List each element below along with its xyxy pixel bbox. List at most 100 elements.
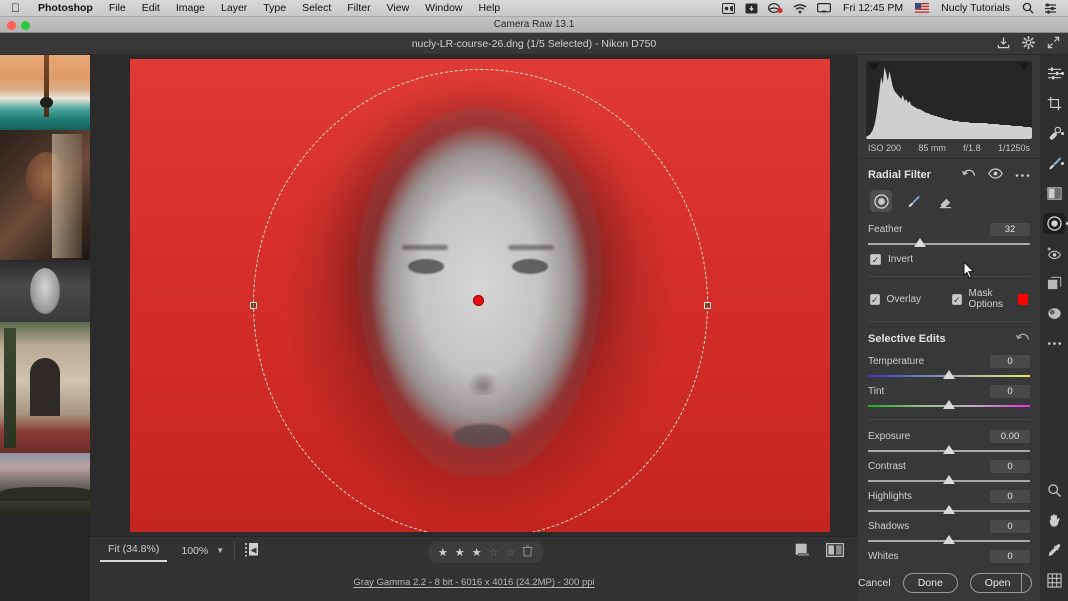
tint-track[interactable] xyxy=(868,400,1030,411)
highlight-clipping-indicator[interactable] xyxy=(1018,63,1030,71)
feather-track[interactable] xyxy=(868,238,1030,249)
wifi-icon[interactable] xyxy=(788,3,812,14)
temperature-track[interactable] xyxy=(868,370,1030,381)
screen-record-icon[interactable] xyxy=(717,2,740,14)
shadows-track[interactable] xyxy=(868,535,1030,546)
feather-knob[interactable] xyxy=(913,238,926,247)
brush-icon[interactable] xyxy=(1043,153,1065,174)
invert-checkbox[interactable]: ✓ xyxy=(870,254,881,265)
reset-icon[interactable] xyxy=(1016,331,1030,346)
image-canvas[interactable] xyxy=(90,55,858,536)
brush-icon[interactable] xyxy=(902,190,924,212)
graduated-filter-icon[interactable] xyxy=(1043,183,1065,204)
gear-icon[interactable] xyxy=(1021,35,1036,52)
healing-brush-icon[interactable] xyxy=(1043,123,1065,144)
menu-type[interactable]: Type xyxy=(255,2,294,14)
before-after-view-icon[interactable] xyxy=(826,542,844,560)
menu-bar-user[interactable]: Nucly Tutorials xyxy=(934,2,1017,14)
open-button-group[interactable]: Open ▼ xyxy=(969,572,1032,593)
airplay-icon[interactable] xyxy=(812,2,836,14)
shadows-knob[interactable] xyxy=(943,535,955,544)
us-flag-icon[interactable] xyxy=(910,3,934,13)
status-bar-text[interactable]: Gray Gamma 2.2 - 8 bit - 6016 x 4016 (24… xyxy=(353,577,594,588)
trash-icon[interactable] xyxy=(522,545,533,560)
menu-file[interactable]: File xyxy=(101,2,134,14)
highlights-track[interactable] xyxy=(868,505,1030,516)
crop-icon[interactable] xyxy=(1043,93,1065,114)
radial-filter-icon[interactable] xyxy=(1043,213,1068,234)
contrast-slider[interactable]: Contrast 0 xyxy=(858,457,1040,487)
mask-options-checkbox[interactable]: ✓ xyxy=(952,293,962,305)
hand-icon[interactable] xyxy=(1043,510,1065,531)
single-view-icon[interactable] xyxy=(795,543,810,560)
control-center-icon[interactable] xyxy=(1039,2,1062,14)
mask-color-swatch[interactable] xyxy=(1017,293,1028,305)
star-1[interactable]: ★ xyxy=(438,546,448,559)
highlights-knob[interactable] xyxy=(943,505,955,514)
more-options-icon[interactable] xyxy=(1015,169,1030,181)
temperature-knob[interactable] xyxy=(943,370,955,379)
chevron-down-icon[interactable]: ▼ xyxy=(216,546,224,555)
menu-layer[interactable]: Layer xyxy=(213,2,255,14)
radial-gradient-icon[interactable] xyxy=(870,190,892,212)
photo-preview[interactable] xyxy=(130,59,830,532)
chevron-down-icon[interactable]: ▼ xyxy=(1021,573,1031,592)
star-3[interactable]: ★ xyxy=(472,546,482,559)
snapshots-icon[interactable] xyxy=(1043,273,1065,294)
reset-icon[interactable] xyxy=(962,167,976,182)
sliders-icon[interactable] xyxy=(1043,63,1065,84)
zoom-level-value[interactable]: 100% xyxy=(175,545,214,557)
star-5[interactable]: ☆ xyxy=(506,546,516,559)
star-rating[interactable]: ★ ★ ★ ☆ ☆ xyxy=(428,542,544,563)
apple-logo-icon[interactable]:  xyxy=(0,2,30,14)
cancel-button[interactable]: Cancel xyxy=(858,577,891,589)
red-eye-icon[interactable] xyxy=(1043,243,1065,264)
menu-window[interactable]: Window xyxy=(417,2,470,14)
star-2[interactable]: ★ xyxy=(455,546,465,559)
temperature-slider[interactable]: Temperature 0 xyxy=(858,352,1040,382)
temperature-value[interactable]: 0 xyxy=(990,355,1030,368)
shadows-value[interactable]: 0 xyxy=(990,520,1030,533)
menu-bar-clock[interactable]: Fri 12:45 PM xyxy=(836,2,910,14)
shadows-slider[interactable]: Shadows 0 xyxy=(858,517,1040,547)
zoom-window-button[interactable] xyxy=(21,21,30,30)
eraser-icon[interactable] xyxy=(934,190,956,212)
exposure-slider[interactable]: Exposure 0.00 xyxy=(858,427,1040,457)
menu-help[interactable]: Help xyxy=(471,2,509,14)
close-window-button[interactable] xyxy=(7,21,16,30)
save-icon[interactable] xyxy=(997,36,1010,52)
menu-image[interactable]: Image xyxy=(168,2,213,14)
thumbnail-beach-aerial[interactable] xyxy=(0,55,90,130)
highlights-slider[interactable]: Highlights 0 xyxy=(858,487,1040,517)
menu-filter[interactable]: Filter xyxy=(339,2,378,14)
contrast-value[interactable]: 0 xyxy=(990,460,1030,473)
feather-slider[interactable]: Feather 32 xyxy=(858,220,1040,250)
done-button[interactable]: Done xyxy=(902,572,958,593)
presets-icon[interactable] xyxy=(1043,303,1065,324)
menu-photoshop[interactable]: Photoshop xyxy=(30,2,101,14)
menu-view[interactable]: View xyxy=(379,2,418,14)
shadow-clipping-indicator[interactable] xyxy=(868,63,880,71)
filmstrip-toggle-icon[interactable]: ◀ xyxy=(245,542,259,560)
overlay-checkbox[interactable]: ✓ xyxy=(870,293,880,305)
radial-filter-pin[interactable] xyxy=(473,295,484,306)
grid-icon[interactable] xyxy=(1043,570,1065,591)
eye-icon[interactable] xyxy=(988,167,1003,182)
invert-row[interactable]: ✓ Invert xyxy=(858,250,1040,269)
thumbnail-building-facade[interactable] xyxy=(0,322,90,453)
tint-value[interactable]: 0 xyxy=(990,385,1030,398)
display-icon[interactable] xyxy=(740,3,763,14)
histogram[interactable] xyxy=(866,61,1032,139)
menu-select[interactable]: Select xyxy=(294,2,339,14)
open-button[interactable]: Open xyxy=(971,574,1022,592)
thumbnail-landscape-dusk[interactable] xyxy=(0,453,90,517)
ellipsis-icon[interactable] xyxy=(1043,333,1065,354)
search-icon[interactable] xyxy=(1017,2,1039,14)
exposure-track[interactable] xyxy=(868,445,1030,456)
battery-icon[interactable] xyxy=(763,2,788,14)
tint-knob[interactable] xyxy=(943,400,955,409)
star-4[interactable]: ☆ xyxy=(489,546,499,559)
menu-edit[interactable]: Edit xyxy=(134,2,168,14)
highlights-value[interactable]: 0 xyxy=(990,490,1030,503)
filmstrip[interactable] xyxy=(0,55,90,601)
